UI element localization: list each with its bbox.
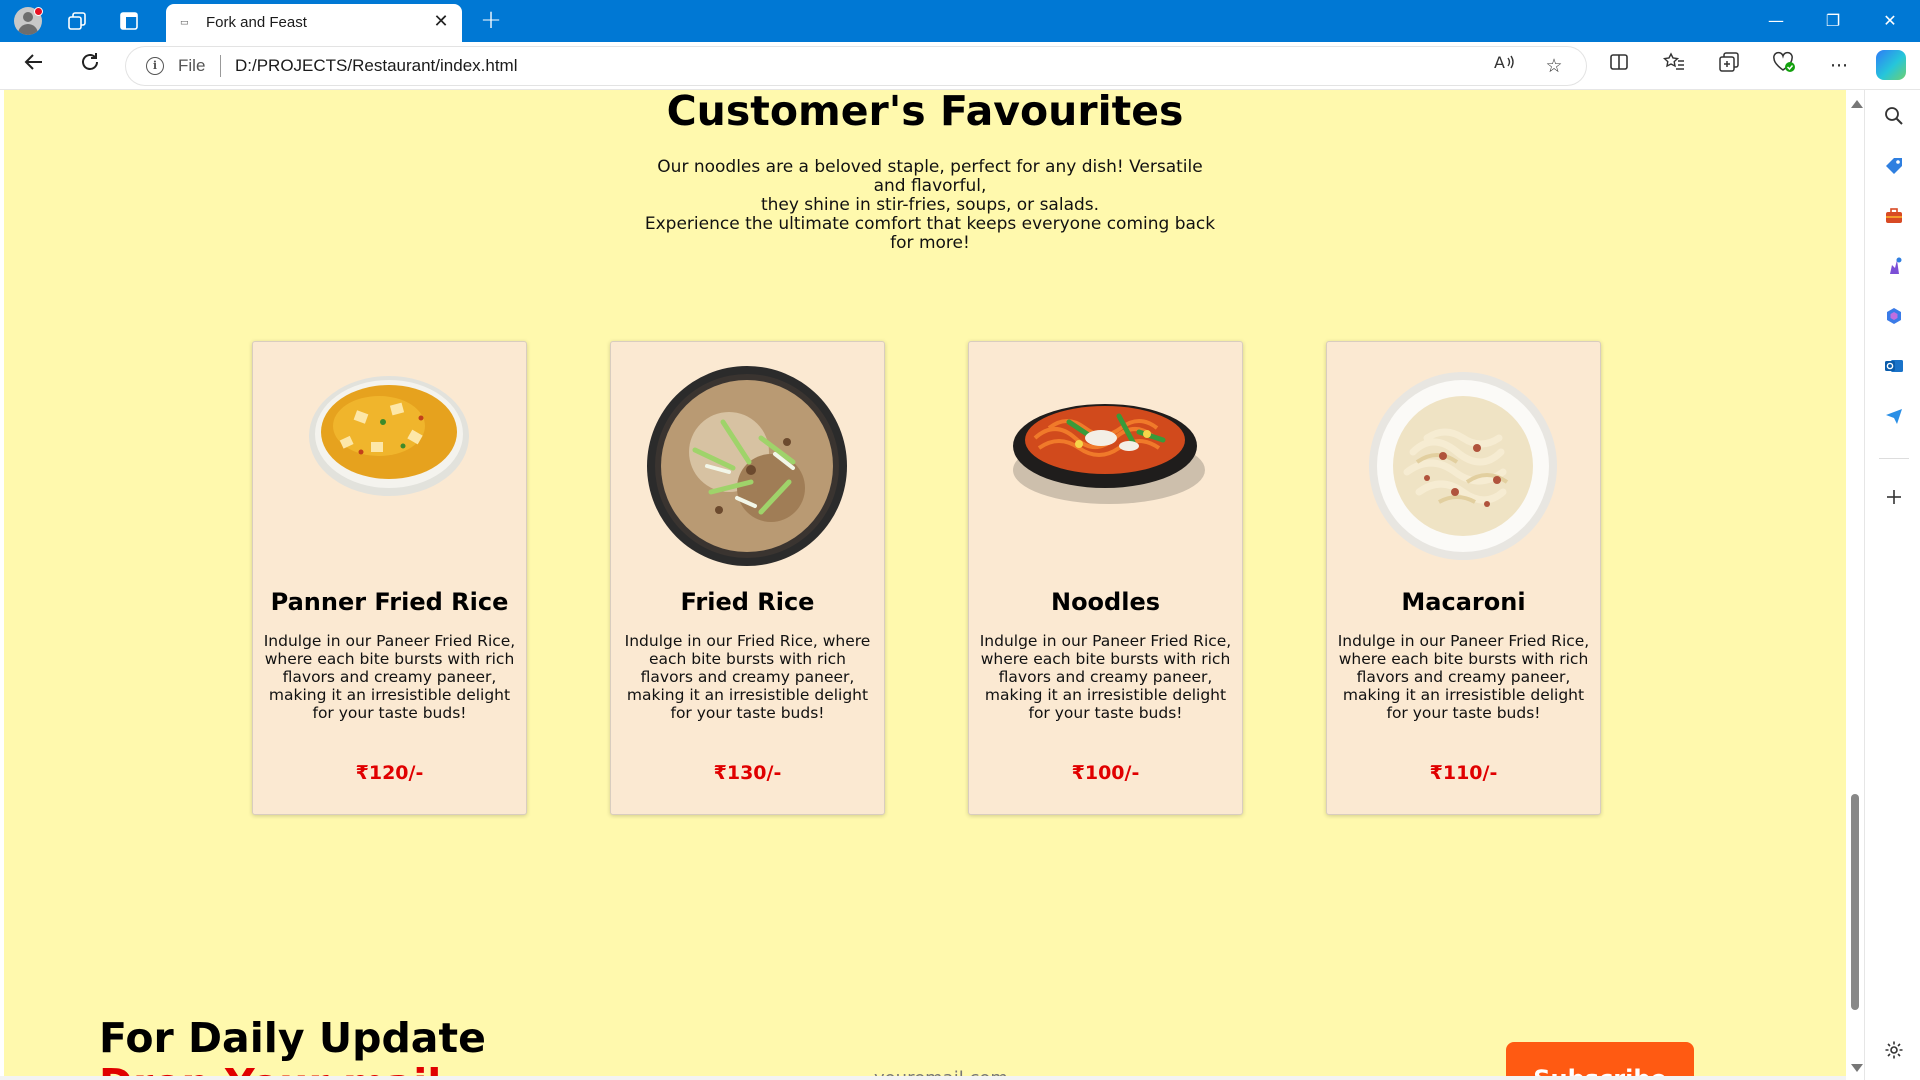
page-scrollbar[interactable] <box>1846 90 1864 1080</box>
workspaces-icon[interactable] <box>64 8 90 34</box>
newsletter-title: For Daily Update <box>99 1014 486 1062</box>
browser-toolbar: i File D:/PROJECTS/Restaurant/index.html… <box>0 42 1920 90</box>
url-divider <box>220 55 221 77</box>
dish-image <box>1327 342 1600 572</box>
dish-image <box>611 342 884 572</box>
tab-title: Fork and Feast <box>206 14 307 31</box>
section-title: Customer's Favourites <box>666 90 1184 135</box>
add-plus-icon[interactable] <box>1883 488 1905 510</box>
copilot-icon[interactable] <box>1876 50 1906 80</box>
dish-description: Indulge in our Paneer Fried Rice, where … <box>979 632 1232 722</box>
newsletter-subtitle: Drop Your mail <box>99 1060 441 1076</box>
url-text[interactable]: D:/PROJECTS/Restaurant/index.html <box>235 56 517 76</box>
send-drop-icon[interactable] <box>1883 406 1905 428</box>
more-options-icon[interactable]: ··· <box>1824 51 1854 81</box>
dish-description: Indulge in our Paneer Fried Rice, where … <box>263 632 516 722</box>
section-description: Our noodles are a beloved staple, perfec… <box>644 157 1216 253</box>
refresh-icon[interactable] <box>74 51 106 83</box>
svg-text:A: A <box>1494 53 1505 72</box>
dish-price: ₹100/- <box>1071 762 1140 784</box>
sidebar-divider <box>1879 458 1909 459</box>
restore-icon[interactable]: ❐ <box>1806 0 1860 42</box>
favorites-icon[interactable] <box>1659 51 1689 81</box>
close-window-icon[interactable]: ✕ <box>1863 0 1917 42</box>
browser-tab-active[interactable]: ▭ Fork and Feast ✕ <box>166 4 462 42</box>
back-arrow-icon[interactable] <box>18 51 50 83</box>
dish-title: Noodles <box>1050 588 1161 616</box>
dish-description: Indulge in our Fried Rice, where each bi… <box>624 632 871 722</box>
dish-title: Macaroni <box>1401 588 1526 616</box>
tab-actions-icon[interactable] <box>116 8 142 34</box>
outlook-icon[interactable] <box>1883 356 1905 378</box>
browser-essentials-icon[interactable] <box>1769 51 1799 81</box>
settings-gear-icon[interactable] <box>1883 1040 1905 1062</box>
dish-price: ₹130/- <box>713 762 782 784</box>
dish-price: ₹120/- <box>355 762 424 784</box>
dish-card: Fried Rice Indulge in our Fried Rice, wh… <box>610 341 885 815</box>
page-favicon-icon: ▭ <box>180 18 189 28</box>
split-screen-icon[interactable] <box>1604 51 1634 81</box>
read-aloud-icon[interactable]: A <box>1489 51 1519 81</box>
dish-price: ₹110/- <box>1429 762 1498 784</box>
new-tab-button[interactable]: + <box>476 7 506 35</box>
favorite-star-icon[interactable]: ☆ <box>1539 51 1569 81</box>
subscribe-button[interactable]: Subscribe <box>1506 1042 1694 1076</box>
dish-title: Fried Rice <box>680 588 815 616</box>
scroll-thumb[interactable] <box>1851 794 1859 1010</box>
browser-sidebar <box>1864 90 1920 1080</box>
window-bottom-edge <box>0 1076 1864 1080</box>
site-info-icon[interactable]: i <box>146 57 164 75</box>
email-input[interactable] <box>874 1060 1194 1076</box>
games-icon[interactable] <box>1883 256 1905 278</box>
shopping-tag-icon[interactable] <box>1883 156 1905 178</box>
notification-dot <box>34 7 43 16</box>
collections-icon[interactable] <box>1714 51 1744 81</box>
close-tab-icon[interactable]: ✕ <box>430 11 452 33</box>
scroll-down-arrow-icon[interactable] <box>1851 1064 1863 1072</box>
dish-image <box>969 342 1242 572</box>
address-bar[interactable]: i File D:/PROJECTS/Restaurant/index.html <box>126 47 1586 85</box>
dish-card: Macaroni Indulge in our Paneer Fried Ric… <box>1326 341 1601 815</box>
dish-title: Panner Fried Rice <box>270 588 509 616</box>
browser-title-bar: ▭ Fork and Feast ✕ + — ❐ ✕ <box>0 0 1920 42</box>
url-scheme-label: File <box>178 56 206 75</box>
microsoft-365-icon[interactable] <box>1883 306 1905 328</box>
dish-description: Indulge in our Paneer Fried Rice, where … <box>1337 632 1590 722</box>
dish-card: Panner Fried Rice Indulge in our Paneer … <box>252 341 527 815</box>
tools-briefcase-icon[interactable] <box>1883 206 1905 228</box>
dish-image <box>253 342 526 572</box>
dish-card: Noodles Indulge in our Paneer Fried Rice… <box>968 341 1243 815</box>
minimize-icon[interactable]: — <box>1749 0 1803 42</box>
search-icon[interactable] <box>1883 106 1905 128</box>
page-viewport: Customer's Favourites Our noodles are a … <box>4 90 1846 1076</box>
scroll-up-arrow-icon[interactable] <box>1851 100 1863 108</box>
